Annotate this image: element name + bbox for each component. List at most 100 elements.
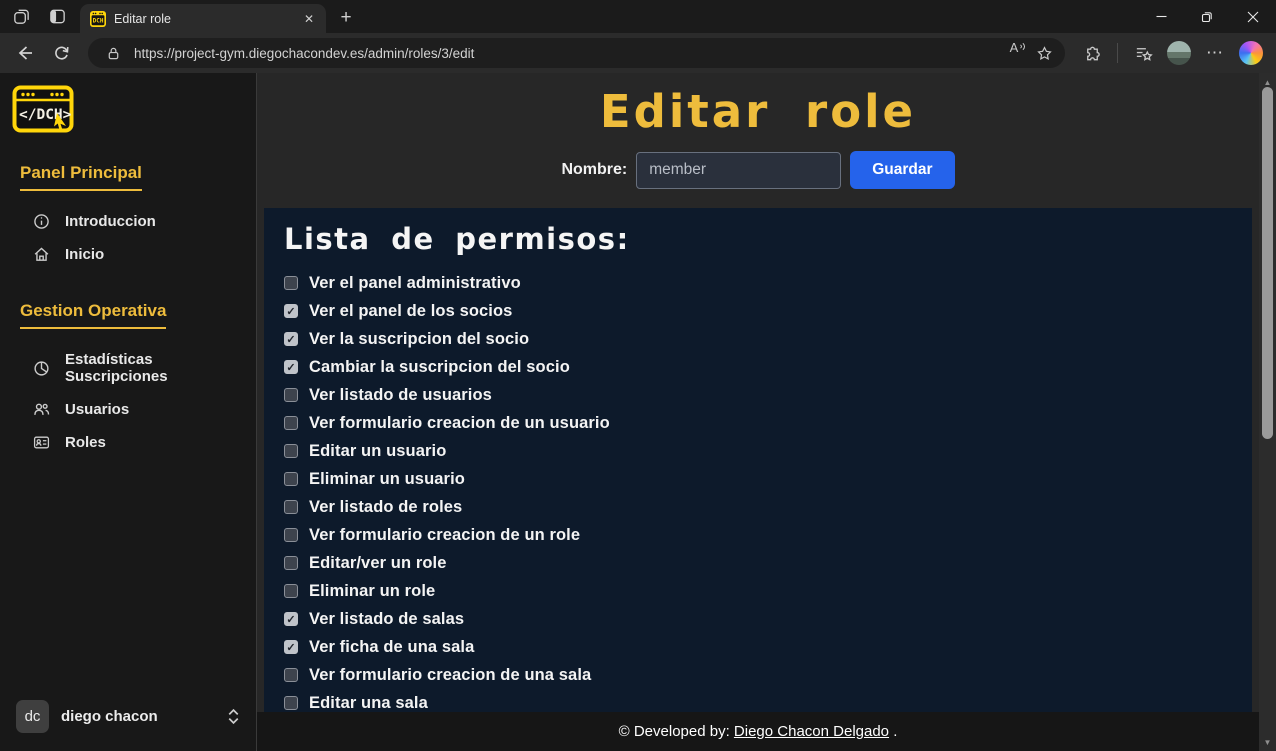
- vertical-scrollbar[interactable]: ▲ ▼: [1259, 73, 1276, 751]
- permission-checkbox[interactable]: ✓: [284, 612, 298, 626]
- permission-checkbox[interactable]: ✓: [284, 304, 298, 318]
- sidebar-item-roles[interactable]: Roles: [0, 426, 256, 459]
- permission-row: Ver listado de roles: [284, 493, 1232, 521]
- site-favicon-icon: DCH: [90, 11, 106, 27]
- sidebar-item-estadisticas[interactable]: Estadísticas Suscripciones: [0, 343, 256, 393]
- permission-checkbox[interactable]: [284, 276, 298, 290]
- permission-checkbox[interactable]: [284, 556, 298, 570]
- favorites-hub-icon[interactable]: [1128, 38, 1158, 68]
- sidebar-item-usuarios[interactable]: Usuarios: [0, 393, 256, 426]
- permission-row: ✓ Ver ficha de una sala: [284, 633, 1232, 661]
- profile-avatar[interactable]: [1164, 38, 1194, 68]
- permission-row: Ver formulario creacion de un usuario: [284, 409, 1232, 437]
- name-label: Nombre:: [561, 161, 627, 179]
- permission-label: Editar una sala: [309, 694, 428, 713]
- permissions-list: Ver el panel administrativo ✓ Ver el pan…: [284, 269, 1232, 712]
- sidebar-item-label: Inicio: [65, 246, 104, 263]
- permission-row: ✓ Ver la suscripcion del socio: [284, 325, 1232, 353]
- permission-label: Ver formulario creacion de un role: [309, 526, 580, 545]
- save-button[interactable]: Guardar: [850, 151, 954, 189]
- footer: © Developed by: Diego Chacon Delgado .: [257, 712, 1259, 751]
- id-card-icon: [33, 434, 50, 451]
- users-icon: [33, 401, 50, 418]
- user-name: diego chacon: [61, 708, 215, 725]
- permission-checkbox[interactable]: [284, 444, 298, 458]
- scroll-down-icon[interactable]: ▼: [1259, 735, 1276, 749]
- permission-label: Ver la suscripcion del socio: [309, 330, 529, 349]
- permission-label: Ver formulario creacion de un usuario: [309, 414, 610, 433]
- permission-label: Editar un usuario: [309, 442, 446, 461]
- sidebar-item-inicio[interactable]: Inicio: [0, 238, 256, 271]
- permission-row: ✓ Ver el panel de los socios: [284, 297, 1232, 325]
- sidebar-section-gestion-operativa: Gestion Operativa: [20, 301, 166, 329]
- sidebar: </DCH> Panel Principal Introduccion: [0, 73, 257, 751]
- permission-checkbox[interactable]: ✓: [284, 360, 298, 374]
- sidebar-item-introduccion[interactable]: Introduccion: [0, 205, 256, 238]
- footer-text: © Developed by:: [619, 723, 734, 740]
- tab-bar: DCH Editar role ✕ +: [0, 0, 1276, 33]
- permission-label: Eliminar un usuario: [309, 470, 465, 489]
- site-info-lock-icon[interactable]: [100, 40, 126, 66]
- permission-label: Ver el panel de los socios: [309, 302, 512, 321]
- sidebar-item-label: Usuarios: [65, 401, 129, 418]
- pie-chart-icon: [33, 360, 50, 377]
- new-tab-button[interactable]: +: [332, 4, 360, 32]
- browser-toolbar: https://project-gym.diegochacondev.es/ad…: [0, 33, 1276, 73]
- browser-tab[interactable]: DCH Editar role ✕: [80, 4, 326, 33]
- sidebar-section-panel-principal: Panel Principal: [20, 163, 142, 191]
- toolbar-divider: [1117, 43, 1118, 63]
- back-icon[interactable]: [10, 38, 40, 68]
- permission-checkbox[interactable]: [284, 500, 298, 514]
- user-initials-avatar: dc: [16, 700, 49, 733]
- permission-checkbox[interactable]: [284, 416, 298, 430]
- role-name-input[interactable]: [636, 152, 841, 189]
- read-aloud-icon[interactable]: A: [1005, 40, 1031, 66]
- svg-text:DCH: DCH: [93, 17, 104, 24]
- permission-row: ✓ Cambiar la suscripcion del socio: [284, 353, 1232, 381]
- permission-checkbox[interactable]: [284, 472, 298, 486]
- author-link[interactable]: Diego Chacon Delgado: [734, 723, 889, 740]
- permission-row: Editar una sala: [284, 689, 1232, 712]
- permission-label: Ver el panel administrativo: [309, 274, 521, 293]
- home-icon: [33, 246, 50, 263]
- url-text[interactable]: https://project-gym.diegochacondev.es/ad…: [134, 46, 1005, 61]
- main-content: Editar role Nombre: Guardar Lista de per…: [257, 73, 1259, 751]
- dch-logo[interactable]: </DCH>: [12, 85, 74, 133]
- sidebar-item-label: Introduccion: [65, 213, 156, 230]
- user-menu[interactable]: dc diego chacon: [16, 700, 240, 733]
- window-restore-button[interactable]: [1184, 0, 1230, 33]
- permission-label: Cambiar la suscripcion del socio: [309, 358, 570, 377]
- permission-checkbox[interactable]: [284, 528, 298, 542]
- info-icon: [33, 213, 50, 230]
- permission-label: Ver ficha de una sala: [309, 638, 474, 657]
- window-minimize-button[interactable]: [1138, 0, 1184, 33]
- window-close-button[interactable]: [1230, 0, 1276, 33]
- role-name-form: Nombre: Guardar: [257, 151, 1259, 189]
- permissions-title: Lista de permisos:: [284, 222, 1232, 256]
- workspaces-icon[interactable]: [10, 6, 32, 28]
- permission-label: Ver listado de usuarios: [309, 386, 492, 405]
- logo-text: </DCH>: [19, 107, 72, 123]
- settings-more-icon[interactable]: ⋯: [1200, 38, 1230, 68]
- tab-close-icon[interactable]: ✕: [300, 10, 318, 28]
- permission-row: Eliminar un role: [284, 577, 1232, 605]
- permission-checkbox[interactable]: [284, 584, 298, 598]
- permission-checkbox[interactable]: ✓: [284, 640, 298, 654]
- permission-checkbox[interactable]: ✓: [284, 332, 298, 346]
- permission-checkbox[interactable]: [284, 388, 298, 402]
- extensions-icon[interactable]: [1077, 38, 1107, 68]
- tab-title: Editar role: [114, 12, 292, 26]
- permission-label: Ver formulario creacion de una sala: [309, 666, 591, 685]
- permission-row: Editar un usuario: [284, 437, 1232, 465]
- permission-label: Ver listado de salas: [309, 610, 464, 629]
- tab-actions-icon[interactable]: [46, 6, 68, 28]
- favorite-star-icon[interactable]: [1031, 40, 1057, 66]
- copilot-icon[interactable]: [1236, 38, 1266, 68]
- scrollbar-thumb[interactable]: [1262, 87, 1273, 439]
- address-bar[interactable]: https://project-gym.diegochacondev.es/ad…: [88, 38, 1065, 68]
- permission-checkbox[interactable]: [284, 696, 298, 710]
- permission-row: Ver formulario creacion de un role: [284, 521, 1232, 549]
- refresh-icon[interactable]: [46, 38, 76, 68]
- permission-row: Ver formulario creacion de una sala: [284, 661, 1232, 689]
- permission-checkbox[interactable]: [284, 668, 298, 682]
